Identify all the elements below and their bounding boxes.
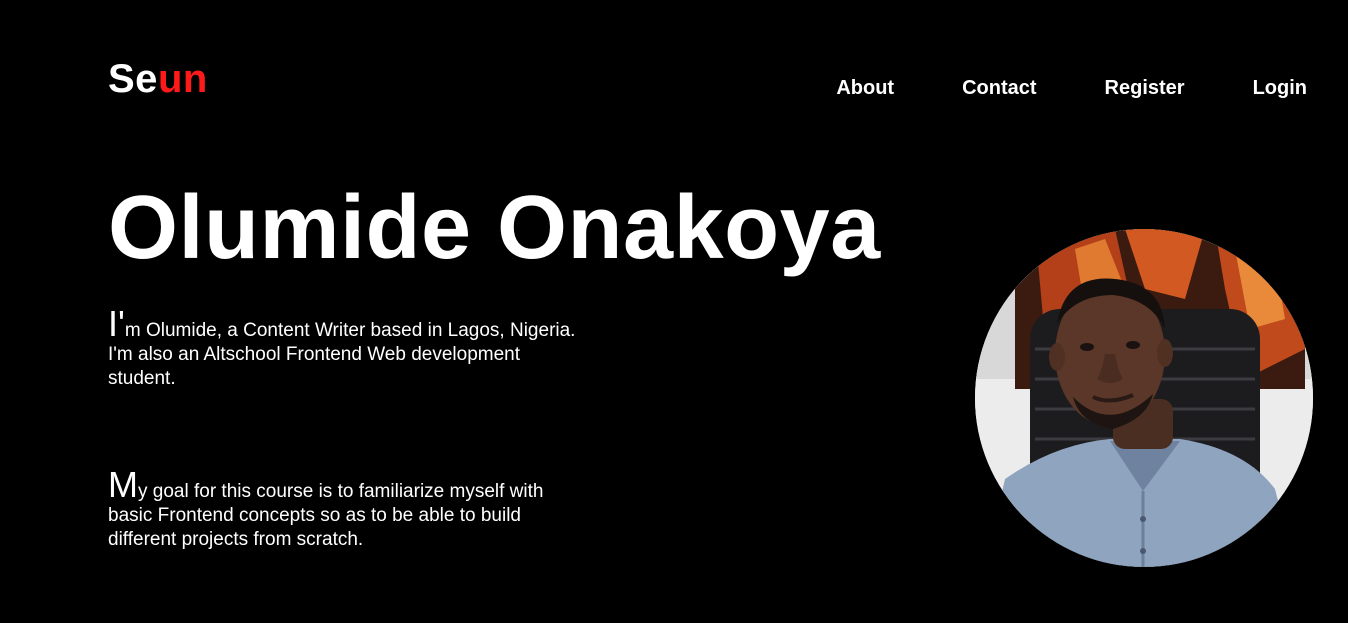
intro-initial: I' bbox=[108, 303, 125, 344]
intro-paragraph: I'm Olumide, a Content Writer based in L… bbox=[108, 306, 578, 391]
nav-link-login[interactable]: Login bbox=[1253, 76, 1307, 100]
hero-name: Olumide Onakoya bbox=[108, 178, 881, 278]
site-logo[interactable]: Seun bbox=[108, 56, 208, 102]
profile-photo bbox=[975, 229, 1313, 567]
nav-link-about[interactable]: About bbox=[836, 76, 894, 100]
goal-paragraph: My goal for this course is to familiariz… bbox=[108, 467, 578, 552]
intro-text: m Olumide, a Content Writer based in Lag… bbox=[108, 320, 576, 389]
goal-text: y goal for this course is to familiarize… bbox=[108, 481, 544, 550]
nav-link-register[interactable]: Register bbox=[1105, 76, 1185, 100]
goal-initial: M bbox=[108, 464, 138, 505]
logo-part-white: Se bbox=[108, 57, 158, 101]
logo-part-red: un bbox=[157, 57, 208, 101]
nav-link-contact[interactable]: Contact bbox=[962, 76, 1036, 100]
main-nav: About Contact Register Login bbox=[836, 76, 1307, 100]
page: Seun About Contact Register Login Olumid… bbox=[0, 0, 1348, 623]
